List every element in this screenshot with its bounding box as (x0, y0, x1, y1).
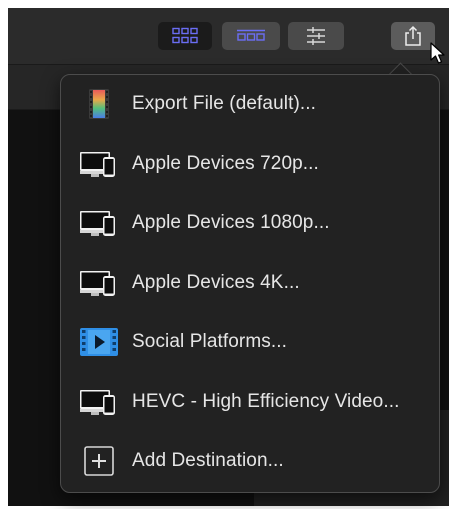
menu-item-label: Export File (default)... (132, 93, 317, 114)
menu-item-hevc[interactable]: HEVC - High Efficiency Video... (61, 377, 439, 427)
apple-devices-icon (80, 211, 115, 236)
menu-item-apple-devices-4k[interactable]: Apple Devices 4K... (61, 258, 439, 308)
film-strip-icon (89, 89, 109, 119)
menu-item-label: Add Destination... (132, 450, 284, 471)
menu-item-export-file[interactable]: Export File (default)... (61, 79, 439, 129)
social-platforms-icon (80, 328, 118, 356)
grid-view-icon (172, 27, 198, 44)
adjustments-button[interactable] (288, 22, 344, 50)
apple-devices-icon (80, 151, 115, 177)
mouse-cursor-icon (430, 42, 445, 64)
share-icon (405, 25, 421, 46)
apple-devices-icon (80, 270, 115, 296)
menu-item-label: Social Platforms... (132, 331, 288, 352)
sliders-icon (307, 27, 325, 45)
filmstrip-view-icon (237, 29, 265, 41)
grid-view-button[interactable] (158, 22, 212, 50)
apple-devices-icon (80, 389, 115, 415)
menu-item-social-platforms[interactable]: Social Platforms... (61, 317, 439, 367)
toolbar (8, 8, 449, 65)
share-menu: Export File (default)... Apple Devices 7… (60, 74, 440, 493)
menu-item-add-destination[interactable]: Add Destination... (61, 436, 439, 486)
menu-item-apple-devices-720p[interactable]: Apple Devices 720p... (61, 139, 439, 189)
menu-item-apple-devices-1080p[interactable]: Apple Devices 1080p... (61, 198, 439, 248)
menu-item-label: HEVC - High Efficiency Video... (132, 390, 400, 412)
add-icon (84, 446, 114, 476)
menu-item-label: Apple Devices 4K... (132, 271, 300, 293)
menu-item-label: Apple Devices 1080p... (132, 212, 330, 233)
filmstrip-view-button[interactable] (222, 22, 280, 50)
menu-item-label: Apple Devices 720p... (132, 152, 319, 174)
